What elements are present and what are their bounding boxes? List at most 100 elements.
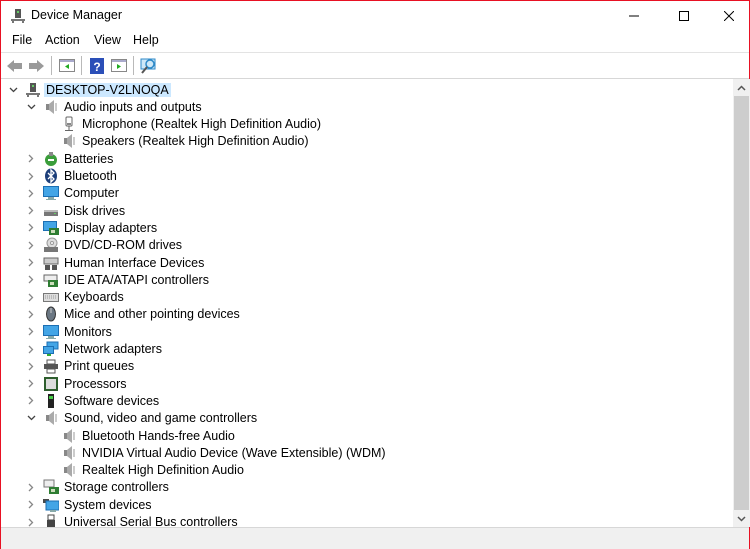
scroll-up-button[interactable] [733, 79, 750, 96]
back-button[interactable] [6, 57, 24, 74]
menu-help[interactable]: Help [133, 33, 159, 47]
expand-toggle[interactable] [25, 257, 37, 269]
collapse-toggle[interactable] [7, 84, 19, 96]
chevron-down-icon [27, 104, 35, 110]
tree-category[interactable]: Monitors [25, 323, 114, 340]
system-devices-icon [43, 497, 59, 513]
expand-toggle[interactable] [25, 378, 37, 390]
tree-item-label: Network adapters [64, 342, 162, 356]
tree-device[interactable]: Speakers (Realtek High Definition Audio) [43, 133, 311, 150]
expand-toggle[interactable] [25, 205, 37, 217]
storage-controller-icon [43, 479, 59, 495]
collapse-toggle[interactable] [25, 412, 37, 424]
chevron-right-icon [28, 379, 34, 388]
tree-item-label: Processors [64, 376, 127, 391]
tree-device[interactable]: NVIDIA Virtual Audio Device (Wave Extens… [43, 444, 388, 461]
tree-category[interactable]: Print queues [25, 358, 136, 375]
tree-item-label: Computer [64, 186, 119, 201]
speaker-icon [61, 133, 77, 149]
tree-category[interactable]: Batteries [25, 150, 115, 167]
tree-item-label: DESKTOP-V2LNOQA [44, 82, 171, 97]
tree-root-computer[interactable]: DESKTOP-V2LNOQA [7, 81, 171, 98]
tree-device[interactable]: Microphone (Realtek High Definition Audi… [43, 116, 323, 133]
tree-item-label: Software devices [64, 393, 160, 408]
tree-item-label: Mice and other pointing devices [64, 307, 240, 322]
scroll-down-button[interactable] [733, 510, 750, 527]
chevron-down-icon [737, 515, 746, 522]
tree-item-label: Bluetooth [64, 169, 117, 183]
tree-category[interactable]: Human Interface Devices [25, 254, 206, 271]
expand-toggle[interactable] [25, 499, 37, 511]
forward-button[interactable] [28, 57, 46, 74]
tree-item-label: Storage controllers [64, 480, 169, 495]
expand-toggle[interactable] [25, 343, 37, 355]
close-button[interactable] [706, 1, 750, 31]
microphone-icon [61, 116, 77, 132]
device-tree[interactable]: DESKTOP-V2LNOQA Audio inputs and outputs M… [1, 79, 733, 527]
chevron-right-icon [28, 310, 34, 319]
expand-toggle[interactable] [25, 516, 37, 527]
scan-hardware-icon [140, 58, 156, 74]
tree-category[interactable]: Software devices [25, 392, 161, 409]
tree-category[interactable]: DVD/CD-ROM drives [25, 237, 184, 254]
usb-icon [43, 514, 59, 527]
tree-category[interactable]: Processors [25, 375, 129, 392]
tree-category[interactable]: Sound, video and game controllers [25, 410, 259, 427]
menu-action[interactable]: Action [45, 33, 80, 47]
chevron-right-icon [28, 362, 34, 371]
chevron-right-icon [28, 483, 34, 492]
chevron-right-icon [28, 223, 34, 232]
tree-category[interactable]: Network adapters [25, 341, 164, 358]
scan-hardware-button[interactable] [140, 57, 158, 74]
minimize-button[interactable] [611, 1, 657, 31]
expand-toggle[interactable] [25, 170, 37, 182]
expand-toggle[interactable] [25, 187, 37, 199]
tree-category[interactable]: System devices [25, 496, 154, 513]
vertical-scrollbar[interactable] [733, 79, 750, 527]
hid-icon [43, 255, 59, 271]
expand-toggle[interactable] [25, 222, 37, 234]
tree-category[interactable]: Audio inputs and outputs [25, 98, 204, 115]
expand-toggle[interactable] [25, 360, 37, 372]
expand-toggle[interactable] [25, 239, 37, 251]
help-icon: ? [90, 57, 104, 74]
tree-item-label: Microphone (Realtek High Definition Audi… [82, 117, 322, 132]
tree-item-label: Print queues [64, 359, 135, 374]
expand-toggle[interactable] [25, 291, 37, 303]
expand-toggle[interactable] [25, 153, 37, 165]
expand-toggle[interactable] [25, 395, 37, 407]
menu-view[interactable]: View [94, 33, 121, 47]
show-hide-console-tree-button[interactable] [58, 57, 76, 74]
expand-toggle[interactable] [25, 481, 37, 493]
disk-drive-icon [43, 203, 59, 219]
minimize-icon [629, 15, 639, 17]
tree-category[interactable]: Storage controllers [25, 479, 171, 496]
scrollbar-thumb[interactable] [734, 96, 749, 510]
expand-toggle[interactable] [25, 308, 37, 320]
tree-category[interactable]: Display adapters [25, 219, 159, 236]
dvd-drive-icon [43, 237, 59, 253]
chevron-up-icon [737, 84, 746, 91]
tree-category[interactable]: Bluetooth [25, 168, 119, 185]
expand-toggle[interactable] [25, 326, 37, 338]
tree-category[interactable]: Disk drives [25, 202, 127, 219]
menu-file[interactable]: File [12, 33, 32, 47]
tree-category[interactable]: Computer [25, 185, 121, 202]
tree-category[interactable]: Mice and other pointing devices [25, 306, 242, 323]
properties-pane-button[interactable] [110, 57, 128, 74]
tree-category[interactable]: Universal Serial Bus controllers [25, 514, 240, 527]
monitor-icon [43, 185, 59, 201]
close-icon [724, 11, 734, 21]
tree-category[interactable]: IDE ATA/ATAPI controllers [25, 271, 211, 288]
tree-device[interactable]: Realtek High Definition Audio [43, 462, 246, 479]
maximize-button[interactable] [661, 1, 707, 31]
tree-category[interactable]: Keyboards [25, 289, 126, 306]
collapse-toggle[interactable] [25, 101, 37, 113]
tree-device[interactable]: Bluetooth Hands-free Audio [43, 427, 237, 444]
expand-toggle[interactable] [25, 274, 37, 286]
help-button[interactable]: ? [88, 57, 106, 74]
chevron-right-icon [28, 518, 34, 526]
